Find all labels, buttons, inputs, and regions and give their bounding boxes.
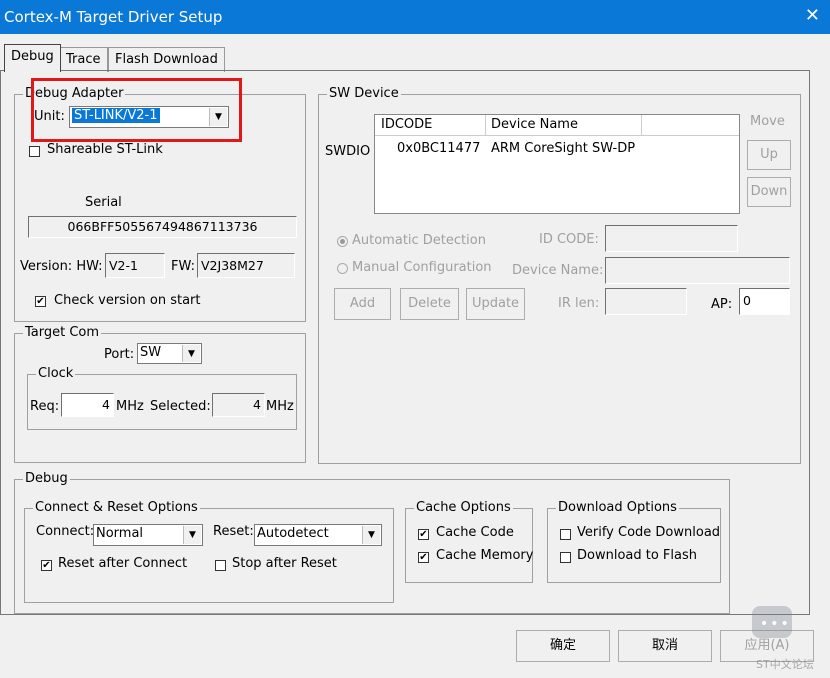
selected-field: 4 [212, 393, 265, 417]
connect-select[interactable]: Normal ▼ [93, 524, 203, 546]
tab-trace[interactable]: Trace [59, 47, 108, 72]
stop-after-reset-checkbox[interactable] [215, 560, 226, 571]
manual-config-label: Manual Configuration [352, 260, 492, 275]
cache-options-group: Cache Options ✔ Cache Code ✔ Cache Memor… [405, 500, 534, 583]
ir-len-label: IR len: [558, 296, 600, 311]
tab-debug[interactable]: Debug [4, 44, 61, 72]
swdio-label: SWDIO [325, 144, 371, 159]
row-idcode: 0x0BC11477 [397, 141, 481, 156]
add-button[interactable]: Add [334, 288, 391, 320]
device-name-label: Device Name: [512, 263, 604, 278]
delete-button[interactable]: Delete [400, 288, 459, 320]
title-bar: Cortex-M Target Driver Setup ✕ [0, 0, 830, 34]
reset-select[interactable]: Autodetect ▼ [254, 524, 382, 546]
cache-memory-label: Cache Memory [436, 548, 534, 563]
download-options-title: Download Options [556, 500, 679, 515]
reset-after-connect-label: Reset after Connect [58, 556, 188, 571]
shareable-checkbox[interactable] [29, 146, 40, 157]
req-input[interactable]: 4 [61, 393, 114, 417]
port-label: Port: [104, 347, 135, 362]
up-button[interactable]: Up [747, 140, 791, 170]
shareable-label: Shareable ST-Link [47, 142, 163, 157]
clock-title: Clock [36, 366, 76, 381]
download-flash-checkbox[interactable] [560, 552, 571, 563]
selected-unit: MHz [266, 399, 294, 414]
chat-bubble-icon: ••• [752, 606, 792, 638]
cancel-button[interactable]: 取消 [618, 630, 712, 662]
ok-button[interactable]: 确定 [516, 630, 610, 662]
serial-label: Serial [85, 195, 122, 210]
port-select[interactable]: SW ▼ [137, 343, 202, 364]
connect-reset-title: Connect & Reset Options [33, 500, 200, 515]
connect-value: Normal [96, 526, 144, 541]
download-options-group: Download Options Verify Code Download Do… [547, 500, 721, 583]
connect-reset-group: Connect & Reset Options Connect: Normal … [24, 500, 394, 603]
auto-detect-radio[interactable] [337, 236, 348, 247]
reset-value: Autodetect [257, 526, 329, 541]
device-name-input[interactable] [605, 257, 790, 284]
connect-label: Connect: [36, 524, 95, 539]
verify-download-label: Verify Code Download [577, 525, 721, 540]
ap-value: 0 [743, 293, 751, 308]
serial-field: 066BFF505567494867113736 [28, 216, 297, 238]
ap-input[interactable]: 0 [739, 288, 790, 315]
hw-version-field: V2-1 [105, 253, 165, 278]
reset-label: Reset: [213, 524, 254, 539]
fw-version-value: V2J38M27 [201, 258, 264, 273]
close-icon[interactable]: ✕ [805, 5, 820, 26]
cache-code-label: Cache Code [436, 525, 514, 540]
target-com-title: Target Com [23, 325, 102, 340]
fw-label: FW: [171, 259, 195, 274]
col-device-name: Device Name [491, 117, 578, 132]
port-value: SW [140, 345, 162, 360]
version-hw-label: Version: HW: [20, 259, 103, 274]
reset-after-connect-checkbox[interactable]: ✔ [41, 560, 52, 571]
cache-options-title: Cache Options [414, 500, 513, 515]
req-unit: MHz [116, 399, 144, 414]
watermark-text: ST中文论坛 [756, 658, 814, 671]
req-label: Req: [30, 399, 60, 414]
cache-code-checkbox[interactable]: ✔ [418, 529, 429, 540]
chevron-down-icon[interactable]: ▼ [182, 345, 200, 362]
sw-device-title: SW Device [327, 86, 401, 101]
table-header: IDCODE Device Name [375, 115, 739, 136]
check-version-checkbox[interactable]: ✔ [35, 296, 46, 307]
highlight-box [31, 78, 242, 142]
stop-after-reset-label: Stop after Reset [232, 556, 337, 571]
fw-version-field: V2J38M27 [197, 253, 295, 278]
cache-memory-checkbox[interactable]: ✔ [418, 552, 429, 563]
check-version-label: Check version on start [54, 293, 201, 308]
debug-section-group: Debug Connect & Reset Options Connect: N… [14, 471, 730, 614]
device-table[interactable]: IDCODE Device Name 0x0BC11477 ARM CoreSi… [374, 114, 740, 214]
id-code-label: ID CODE: [539, 232, 599, 247]
move-label: Move [750, 114, 785, 129]
verify-download-checkbox[interactable] [560, 529, 571, 540]
window-title: Cortex-M Target Driver Setup [4, 8, 223, 26]
target-com-group: Target Com Port: SW ▼ Clock Req: 4 MHz S… [14, 325, 306, 463]
update-button[interactable]: Update [466, 288, 525, 320]
auto-detect-label: Automatic Detection [352, 233, 486, 248]
id-code-input[interactable] [605, 225, 738, 252]
download-flash-label: Download to Flash [577, 548, 698, 563]
ir-len-input[interactable] [605, 288, 687, 315]
tab-flash-download[interactable]: Flash Download [108, 47, 225, 72]
ap-label: AP: [711, 297, 733, 312]
sw-device-group: SW Device IDCODE Device Name 0x0BC11477 … [318, 86, 801, 464]
debug-section-title: Debug [23, 471, 70, 486]
chevron-down-icon[interactable]: ▼ [362, 526, 380, 544]
chevron-down-icon[interactable]: ▼ [183, 526, 201, 544]
down-button[interactable]: Down [747, 177, 791, 207]
col-idcode: IDCODE [381, 117, 433, 132]
selected-value: 4 [253, 397, 261, 412]
serial-value: 066BFF505567494867113736 [67, 219, 258, 234]
row-device-name: ARM CoreSight SW-DP [491, 141, 636, 156]
clock-group: Clock Req: 4 MHz Selected: 4 MHz [27, 366, 297, 430]
hw-version-value: V2-1 [109, 258, 138, 273]
req-value: 4 [102, 397, 110, 412]
selected-label: Selected: [150, 399, 211, 414]
manual-config-radio[interactable] [337, 263, 348, 274]
